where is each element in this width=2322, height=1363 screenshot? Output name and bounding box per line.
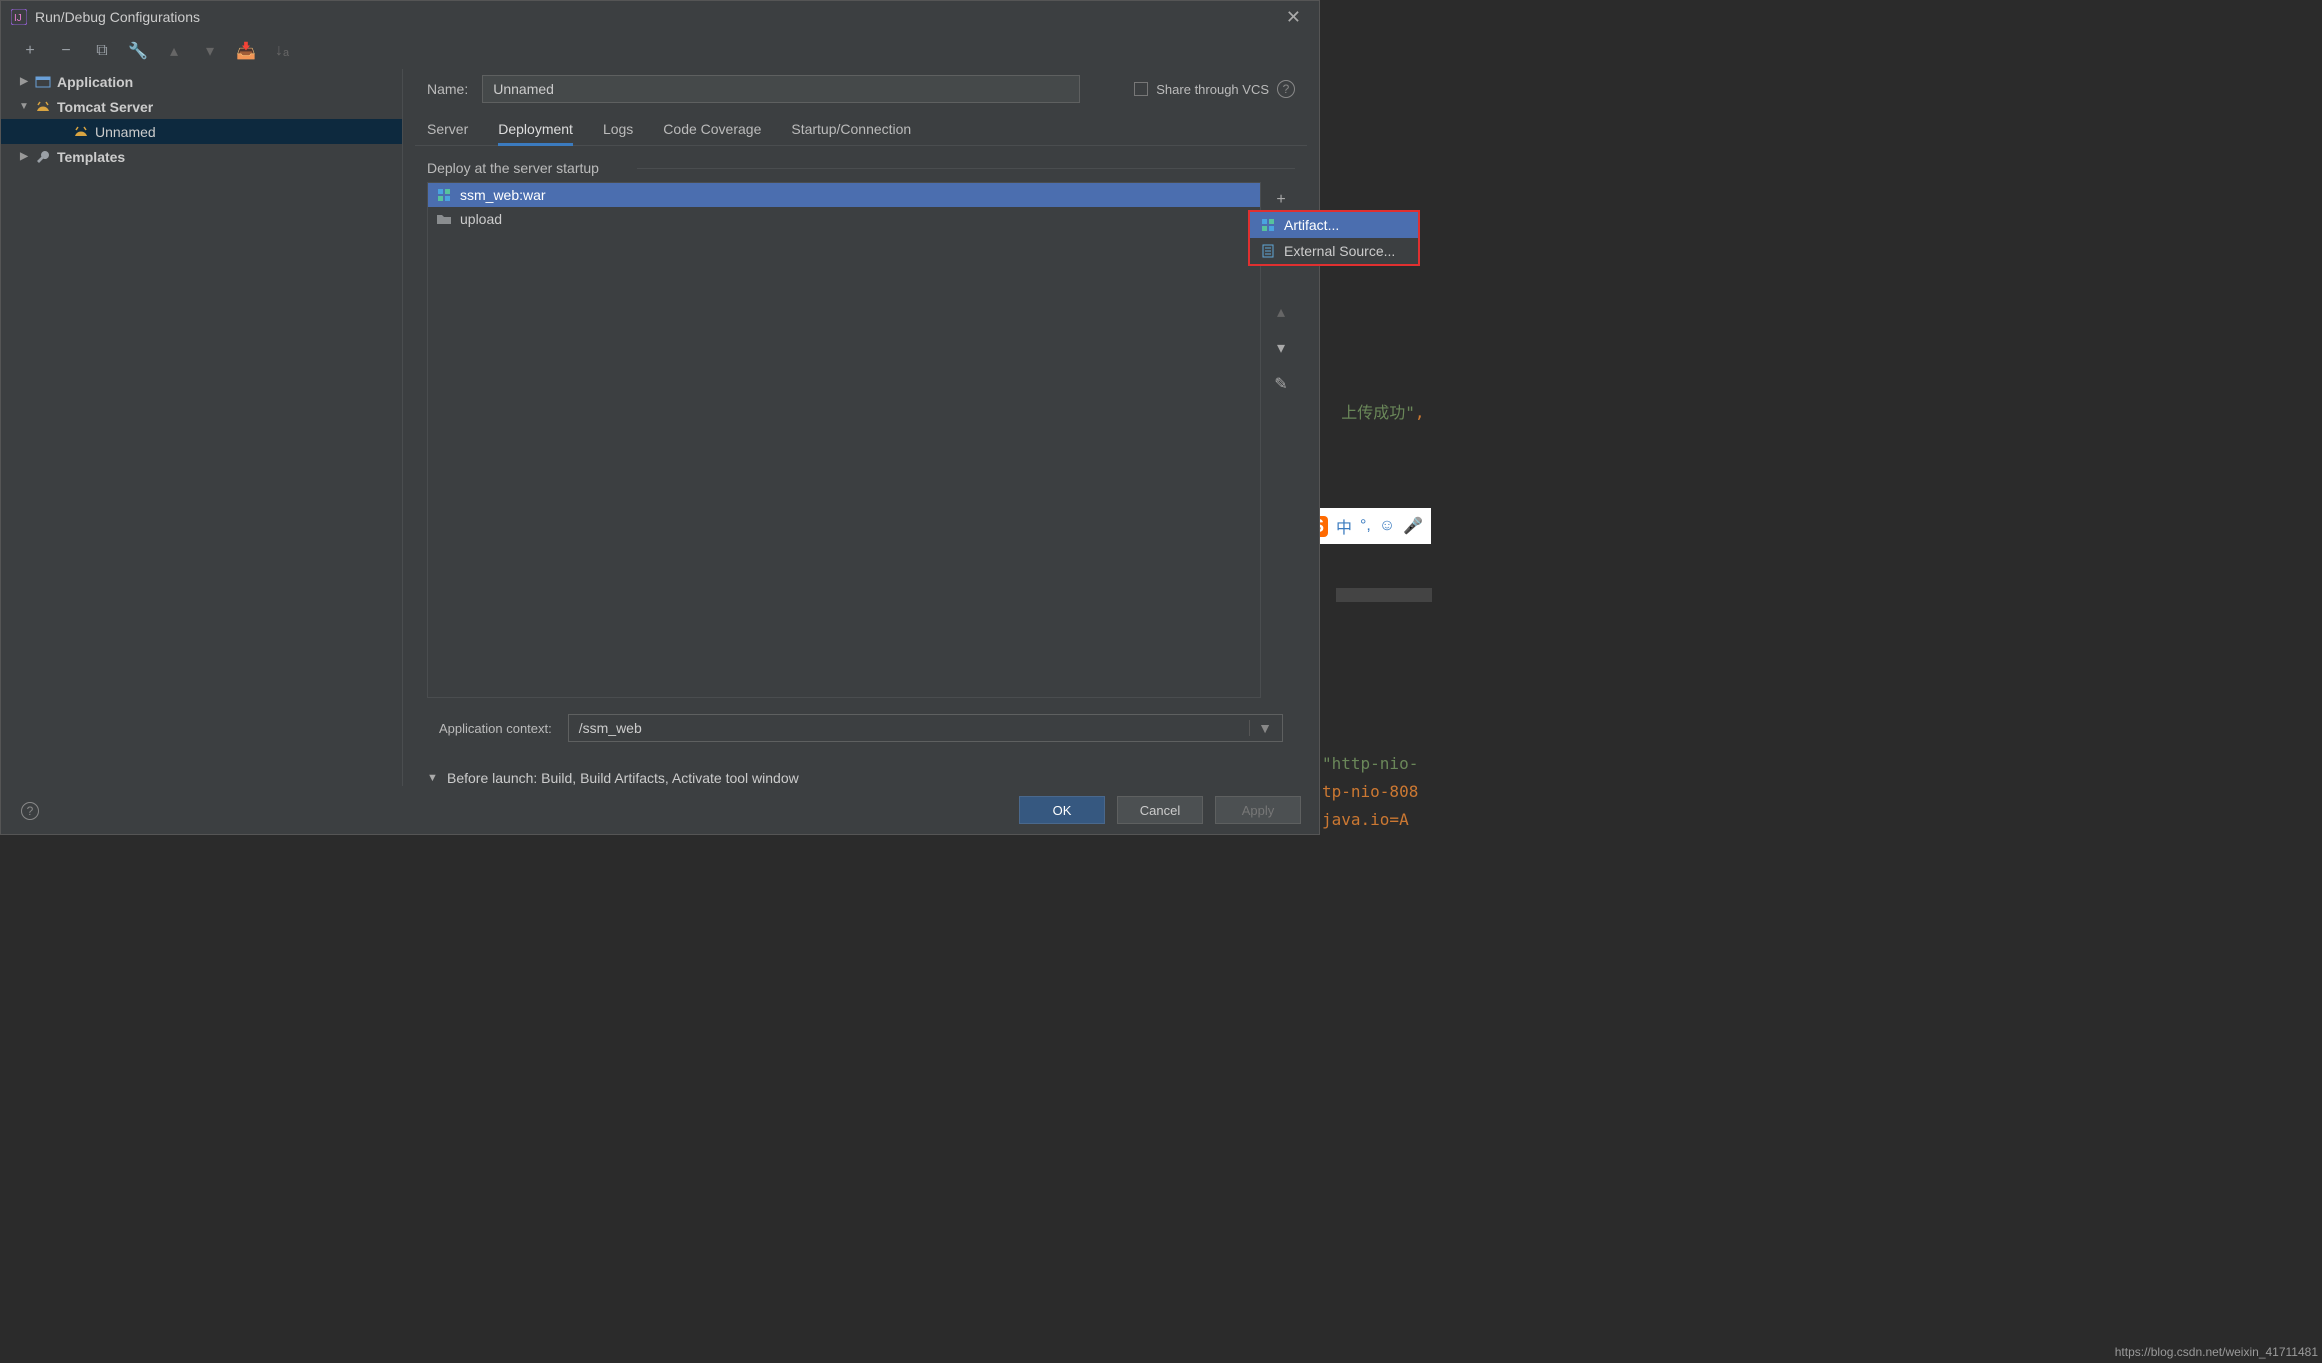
deploy-item-label: upload bbox=[460, 211, 502, 227]
deploy-item[interactable]: ssm_web:war bbox=[428, 183, 1260, 207]
collapse-icon: ▼ bbox=[19, 101, 29, 112]
tree-label: Templates bbox=[57, 149, 125, 165]
tree-label: Application bbox=[57, 74, 133, 90]
popup-item-external-source[interactable]: External Source... bbox=[1250, 238, 1418, 264]
tab-startup-connection[interactable]: Startup/Connection bbox=[791, 113, 911, 145]
application-context-row: Application context: /ssm_web ▼ bbox=[427, 698, 1295, 758]
name-input[interactable] bbox=[482, 75, 1080, 103]
tree-node-application[interactable]: ▶ Application bbox=[1, 69, 402, 94]
share-label: Share through VCS bbox=[1156, 82, 1269, 97]
intellij-icon: IJ bbox=[11, 9, 27, 25]
deploy-section-label: Deploy at the server startup bbox=[427, 160, 1295, 176]
ime-emoji-icon[interactable]: ☺ bbox=[1379, 517, 1395, 535]
move-up-deploy-button[interactable]: ▴ bbox=[1269, 300, 1293, 324]
code-line: java.io=A bbox=[1322, 810, 1409, 829]
before-launch-label: Before launch: Build, Build Artifacts, A… bbox=[447, 770, 799, 786]
close-button[interactable]: ✕ bbox=[1278, 3, 1309, 32]
move-down-deploy-button[interactable]: ▾ bbox=[1269, 336, 1293, 360]
apply-button[interactable]: Apply bbox=[1215, 796, 1301, 824]
popup-item-artifact[interactable]: Artifact... bbox=[1250, 212, 1418, 238]
folder-button[interactable]: 📥 bbox=[235, 41, 257, 61]
context-label: Application context: bbox=[439, 721, 552, 736]
name-row: Name: Share through VCS ? bbox=[415, 69, 1307, 113]
edit-deploy-button[interactable]: ✎ bbox=[1269, 372, 1293, 396]
name-label: Name: bbox=[427, 81, 468, 97]
cancel-button[interactable]: Cancel bbox=[1117, 796, 1203, 824]
configurations-tree: ▶ Application ▼ Tomcat Server Unnamed ▶ … bbox=[1, 69, 403, 786]
toolbar: + − ⧉ 🔧 ▴ ▾ 📥 ↓ₐ bbox=[1, 33, 1319, 69]
svg-text:IJ: IJ bbox=[14, 13, 22, 24]
titlebar: IJ Run/Debug Configurations ✕ bbox=[1, 1, 1319, 33]
tab-bar: Server Deployment Logs Code Coverage Sta… bbox=[415, 113, 1307, 146]
before-launch-section[interactable]: ▼ Before launch: Build, Build Artifacts,… bbox=[415, 758, 1307, 786]
tab-server[interactable]: Server bbox=[427, 113, 468, 145]
add-deploy-button[interactable]: + bbox=[1269, 188, 1293, 212]
tab-logs[interactable]: Logs bbox=[603, 113, 633, 145]
run-debug-configurations-dialog: IJ Run/Debug Configurations ✕ + − ⧉ 🔧 ▴ … bbox=[0, 0, 1320, 835]
wrench-icon bbox=[35, 149, 51, 165]
expand-icon: ▶ bbox=[19, 151, 29, 162]
context-value: /ssm_web bbox=[579, 720, 642, 736]
ime-lang[interactable]: 中 bbox=[1336, 514, 1352, 538]
tomcat-icon bbox=[35, 99, 51, 115]
ime-mic-icon[interactable]: 🎤 bbox=[1403, 516, 1423, 536]
configuration-editor: Name: Share through VCS ? Server Deploym… bbox=[403, 69, 1319, 786]
add-deploy-popup: Artifact... External Source... bbox=[1248, 210, 1420, 266]
window-title: Run/Debug Configurations bbox=[35, 9, 200, 25]
editor-minimap-block bbox=[1336, 588, 1432, 602]
tree-label: Unnamed bbox=[95, 124, 156, 140]
tree-label: Tomcat Server bbox=[57, 99, 153, 115]
code-line: tp-nio-808 bbox=[1322, 782, 1418, 801]
sort-button[interactable]: ↓ₐ bbox=[271, 42, 293, 60]
collapse-icon: ▼ bbox=[427, 772, 437, 784]
tree-node-tomcat[interactable]: ▼ Tomcat Server bbox=[1, 94, 402, 119]
application-context-select[interactable]: /ssm_web ▼ bbox=[568, 714, 1283, 742]
code-line: "http-nio- bbox=[1322, 754, 1418, 773]
ime-punct-icon[interactable]: °, bbox=[1360, 517, 1371, 535]
expand-icon: ▶ bbox=[19, 76, 29, 87]
popup-item-label: Artifact... bbox=[1284, 217, 1339, 233]
chevron-down-icon: ▼ bbox=[1249, 720, 1272, 736]
artifact-icon bbox=[1260, 217, 1276, 233]
deploy-item[interactable]: upload bbox=[428, 207, 1260, 231]
move-up-button[interactable]: ▴ bbox=[163, 41, 185, 61]
tree-node-templates[interactable]: ▶ Templates bbox=[1, 144, 402, 169]
edit-config-button[interactable]: 🔧 bbox=[127, 41, 149, 61]
code-line: 上传成功", bbox=[1322, 380, 1434, 423]
deploy-item-label: ssm_web:war bbox=[460, 187, 546, 203]
tomcat-icon bbox=[73, 124, 89, 140]
share-checkbox[interactable] bbox=[1134, 82, 1148, 96]
tab-code-coverage[interactable]: Code Coverage bbox=[663, 113, 761, 145]
tab-deployment[interactable]: Deployment bbox=[498, 113, 573, 146]
deploy-list[interactable]: ssm_web:war upload bbox=[427, 182, 1261, 698]
share-help-icon[interactable]: ? bbox=[1277, 80, 1295, 98]
ok-button[interactable]: OK bbox=[1019, 796, 1105, 824]
add-config-button[interactable]: + bbox=[19, 42, 41, 60]
external-source-icon bbox=[1260, 243, 1276, 259]
dialog-footer: OK Cancel Apply bbox=[1, 786, 1319, 834]
application-icon bbox=[35, 74, 51, 90]
popup-item-label: External Source... bbox=[1284, 243, 1395, 259]
folder-icon bbox=[436, 211, 452, 227]
artifact-icon bbox=[436, 187, 452, 203]
move-down-button[interactable]: ▾ bbox=[199, 41, 221, 61]
tree-node-unnamed[interactable]: Unnamed bbox=[1, 119, 402, 144]
remove-config-button[interactable]: − bbox=[55, 42, 77, 60]
help-button[interactable]: ? bbox=[21, 802, 39, 820]
watermark: https://blog.csdn.net/weixin_41711481 bbox=[2115, 1345, 2318, 1359]
copy-config-button[interactable]: ⧉ bbox=[91, 42, 113, 60]
